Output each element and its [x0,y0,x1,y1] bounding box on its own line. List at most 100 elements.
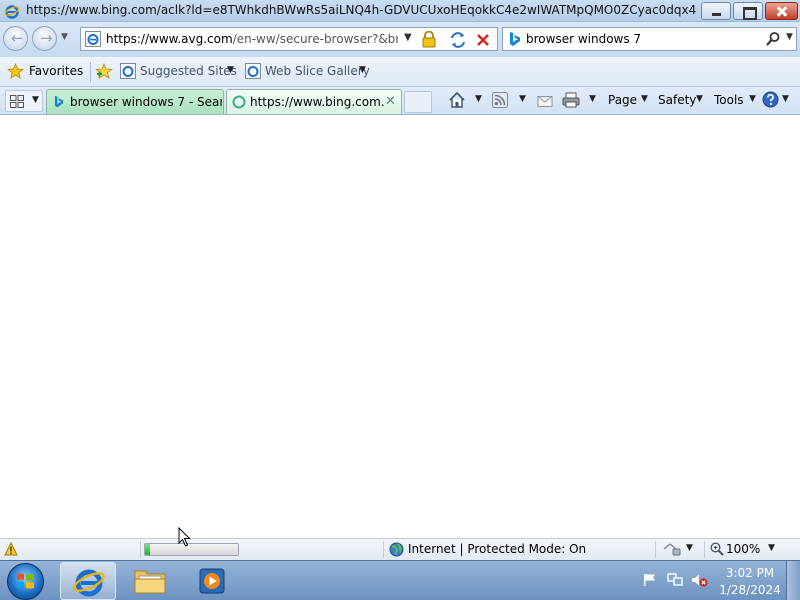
chevron-down-icon[interactable]: ▼ [749,94,756,104]
chevron-down-icon[interactable]: ▼ [359,65,366,75]
chevron-down-icon[interactable]: ▼ [589,94,596,104]
security-zone-text[interactable]: Internet | Protected Mode: On [408,542,586,556]
web-slice-gallery-link[interactable]: Web Slice Gallery ▼ [245,62,370,82]
close-tab-icon[interactable]: ✕ [385,94,396,109]
clock-time[interactable]: 3:02 PM [715,566,785,580]
recent-pages-dropdown[interactable]: ▼ [61,32,68,42]
taskbar: 3:02 PM 1/28/2024 [0,560,800,600]
internet-explorer-icon [120,63,136,79]
quick-tabs-icon [10,95,24,108]
zoom-level[interactable]: 100% [726,542,760,556]
tab-label: browser windows 7 - Search [70,95,222,109]
close-button[interactable] [765,2,798,20]
tools-menu-label: Tools [714,93,744,107]
page-load-progress-bar [144,543,239,556]
window-title: https://www.bing.com/aclk?ld=e8TWhkdhBWw… [26,3,696,17]
tools-menu[interactable]: Tools ▼ [714,91,756,111]
windows-logo-icon [17,573,34,589]
maximize-button[interactable] [733,2,763,20]
address-bar[interactable]: https://www.avg.com/en-ww/secure-browser… [80,27,498,51]
separator [90,62,91,82]
quick-tabs-button[interactable]: ▼ [5,90,43,112]
help-icon [762,91,779,108]
web-slice-gallery-label: Web Slice Gallery [265,64,370,78]
address-dropdown[interactable]: ▼ [404,32,412,43]
volume-muted-icon[interactable] [691,573,708,587]
chevron-down-icon[interactable]: ▼ [768,543,775,553]
navigation-bar: ← → ▼ https://www.avg.com/en-ww/secure-b… [0,22,800,57]
media-player-icon [199,568,225,594]
start-button[interactable] [7,563,44,600]
separator [704,541,705,558]
internet-explorer-icon [73,569,105,597]
printer-icon [562,92,580,108]
chevron-down-icon[interactable]: ▼ [475,94,482,104]
forward-button[interactable]: → [32,26,57,51]
separator [140,541,141,558]
suggested-sites-label: Suggested Sites [140,64,237,78]
protected-mode-icon[interactable] [662,542,682,557]
chevron-down-icon[interactable]: ▼ [782,94,789,104]
back-button[interactable]: ← [3,26,28,51]
safety-menu[interactable]: Safety ▼ [658,91,704,111]
page-menu[interactable]: Page ▼ [608,91,648,111]
action-center-flag-icon[interactable] [643,573,657,587]
progress-fill [145,544,150,555]
favorites-label: Favorites [29,64,84,78]
new-tab-button[interactable] [404,91,432,113]
bing-icon [510,32,520,46]
forward-arrow-icon: → [40,29,53,47]
url-domain: https://www.avg.com [106,32,233,46]
bing-icon [54,95,64,108]
internet-explorer-icon [245,63,261,79]
help-menu[interactable]: ▼ [762,91,792,111]
show-desktop-button[interactable] [786,561,800,600]
add-to-favorites-icon[interactable] [95,63,113,80]
search-box[interactable]: browser windows 7 ▼ [502,27,797,51]
home-button[interactable]: ▼ [448,91,484,111]
lock-icon[interactable] [421,31,437,48]
warning-icon[interactable] [4,542,18,556]
chevron-down-icon[interactable]: ▼ [696,94,703,104]
page-menu-label: Page [608,93,638,107]
tab-search[interactable]: browser windows 7 - Search [46,89,224,114]
home-icon [449,91,465,108]
zoom-icon[interactable] [710,542,724,556]
chevron-down-icon[interactable]: ▼ [519,94,526,104]
favorites-bar: Favorites Suggested Sites ▼ Web Slice Ga… [0,57,800,87]
folder-icon [134,570,166,594]
tab-bing-active[interactable]: https://www.bing.com... ✕ [226,89,402,114]
safety-menu-label: Safety [658,93,697,107]
mail-icon[interactable] [537,91,553,111]
chevron-down-icon[interactable]: ▼ [686,543,693,553]
globe-icon [389,542,404,557]
search-icon[interactable] [765,31,781,47]
back-arrow-icon: ← [11,29,24,47]
status-bar: Internet | Protected Mode: On ▼ 100% ▼ [0,538,800,560]
taskbar-windows-explorer[interactable] [122,562,178,600]
print-button[interactable]: ▼ [562,91,600,111]
network-icon[interactable] [667,573,683,587]
refresh-icon[interactable] [449,31,467,49]
suggested-sites-link[interactable]: Suggested Sites ▼ [120,62,237,82]
taskbar-internet-explorer[interactable] [60,562,116,600]
chevron-down-icon[interactable]: ▼ [641,94,648,104]
star-icon [7,63,24,79]
internet-explorer-icon [4,5,20,19]
separator [655,541,656,558]
address-url[interactable]: https://www.avg.com/en-ww/secure-browser… [106,32,398,46]
clock-date[interactable]: 1/28/2024 [715,583,785,597]
taskbar-media-player[interactable] [184,562,240,600]
favorites-button[interactable]: Favorites [4,61,84,83]
stop-icon[interactable] [474,31,492,49]
search-input[interactable]: browser windows 7 [526,32,641,46]
minimize-button[interactable] [701,2,731,20]
mouse-cursor-icon [178,527,191,547]
page-content[interactable] [0,115,800,538]
feeds-button[interactable]: ▼ [492,91,530,111]
search-providers-dropdown[interactable]: ▼ [786,32,793,42]
separator [383,541,384,558]
chevron-down-icon[interactable]: ▼ [32,95,39,105]
chevron-down-icon[interactable]: ▼ [227,65,234,75]
loading-icon [232,95,246,109]
